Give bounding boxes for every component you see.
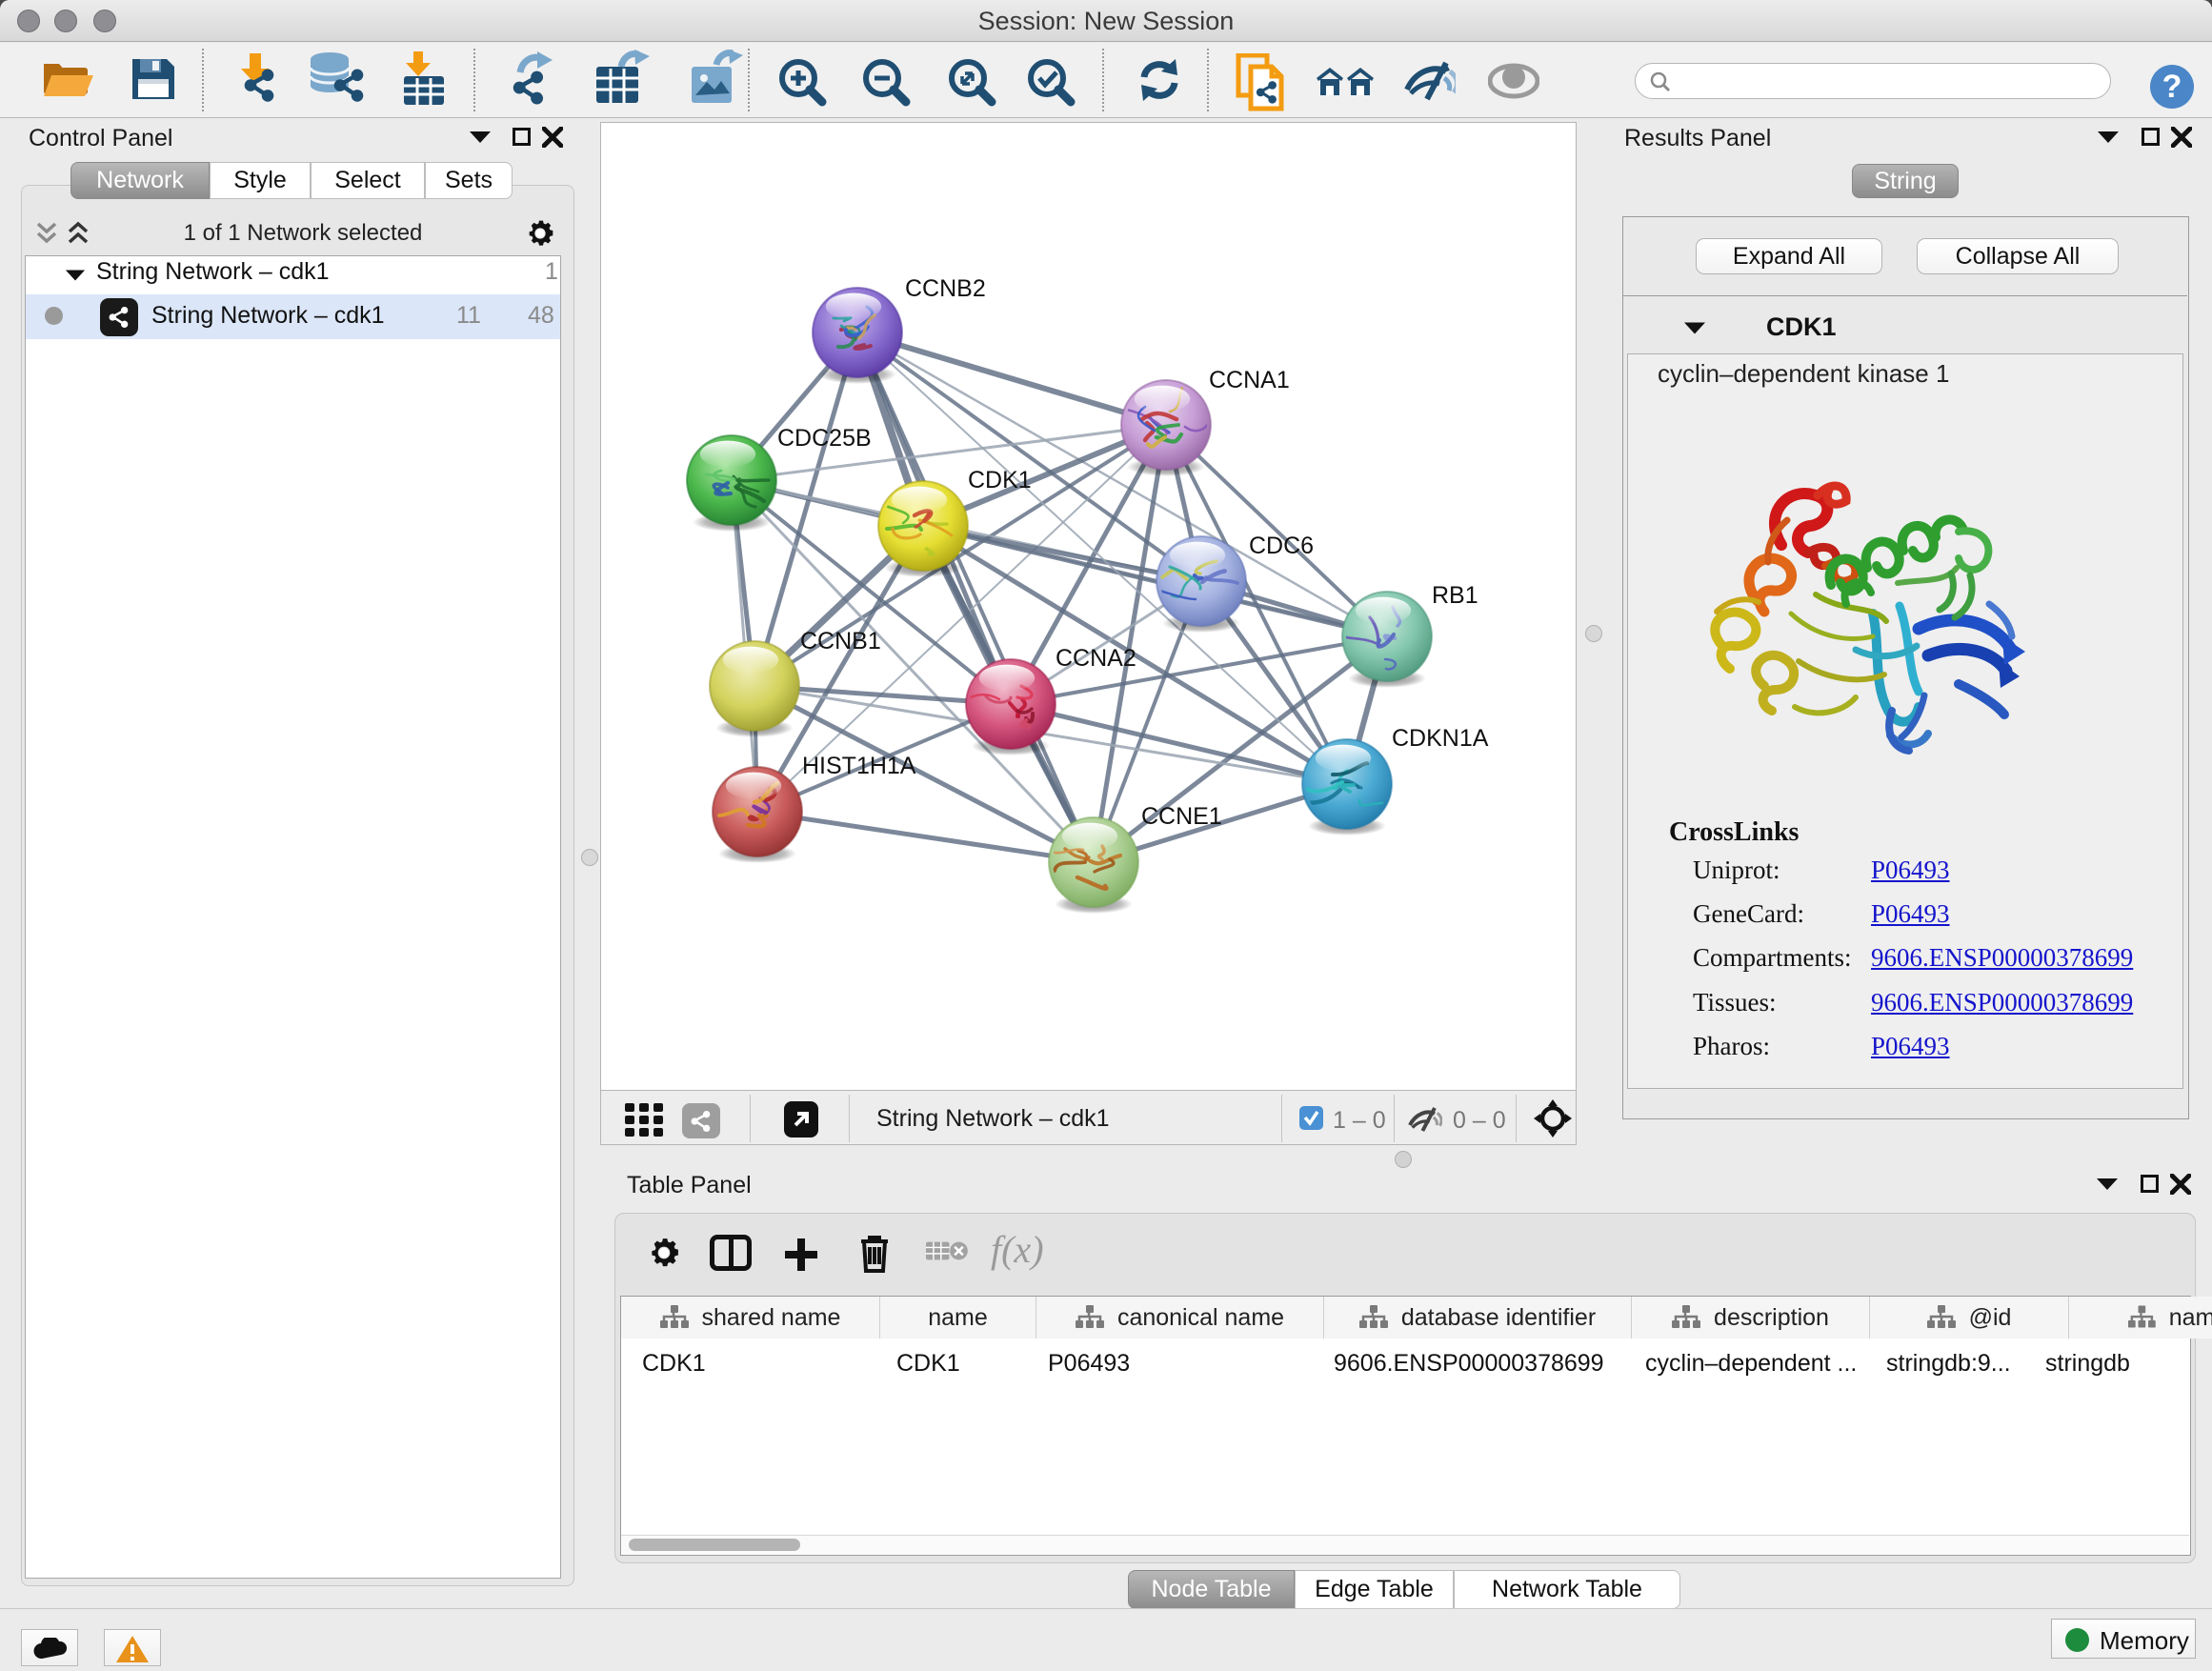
svg-text:CDC25B: CDC25B (777, 425, 872, 452)
svg-text:CCNB2: CCNB2 (905, 275, 986, 302)
svg-text:CDKN1A: CDKN1A (1392, 725, 1489, 752)
svg-text:CDC6: CDC6 (1249, 533, 1314, 559)
svg-text:CCNB1: CCNB1 (800, 628, 881, 654)
svg-text:CCNA1: CCNA1 (1209, 367, 1290, 393)
svg-text:CCNE1: CCNE1 (1141, 803, 1222, 830)
svg-text:CCNA2: CCNA2 (1056, 645, 1136, 672)
svg-text:RB1: RB1 (1432, 582, 1478, 609)
svg-text:HIST1H1A: HIST1H1A (802, 753, 916, 779)
svg-text:CDK1: CDK1 (968, 467, 1032, 493)
